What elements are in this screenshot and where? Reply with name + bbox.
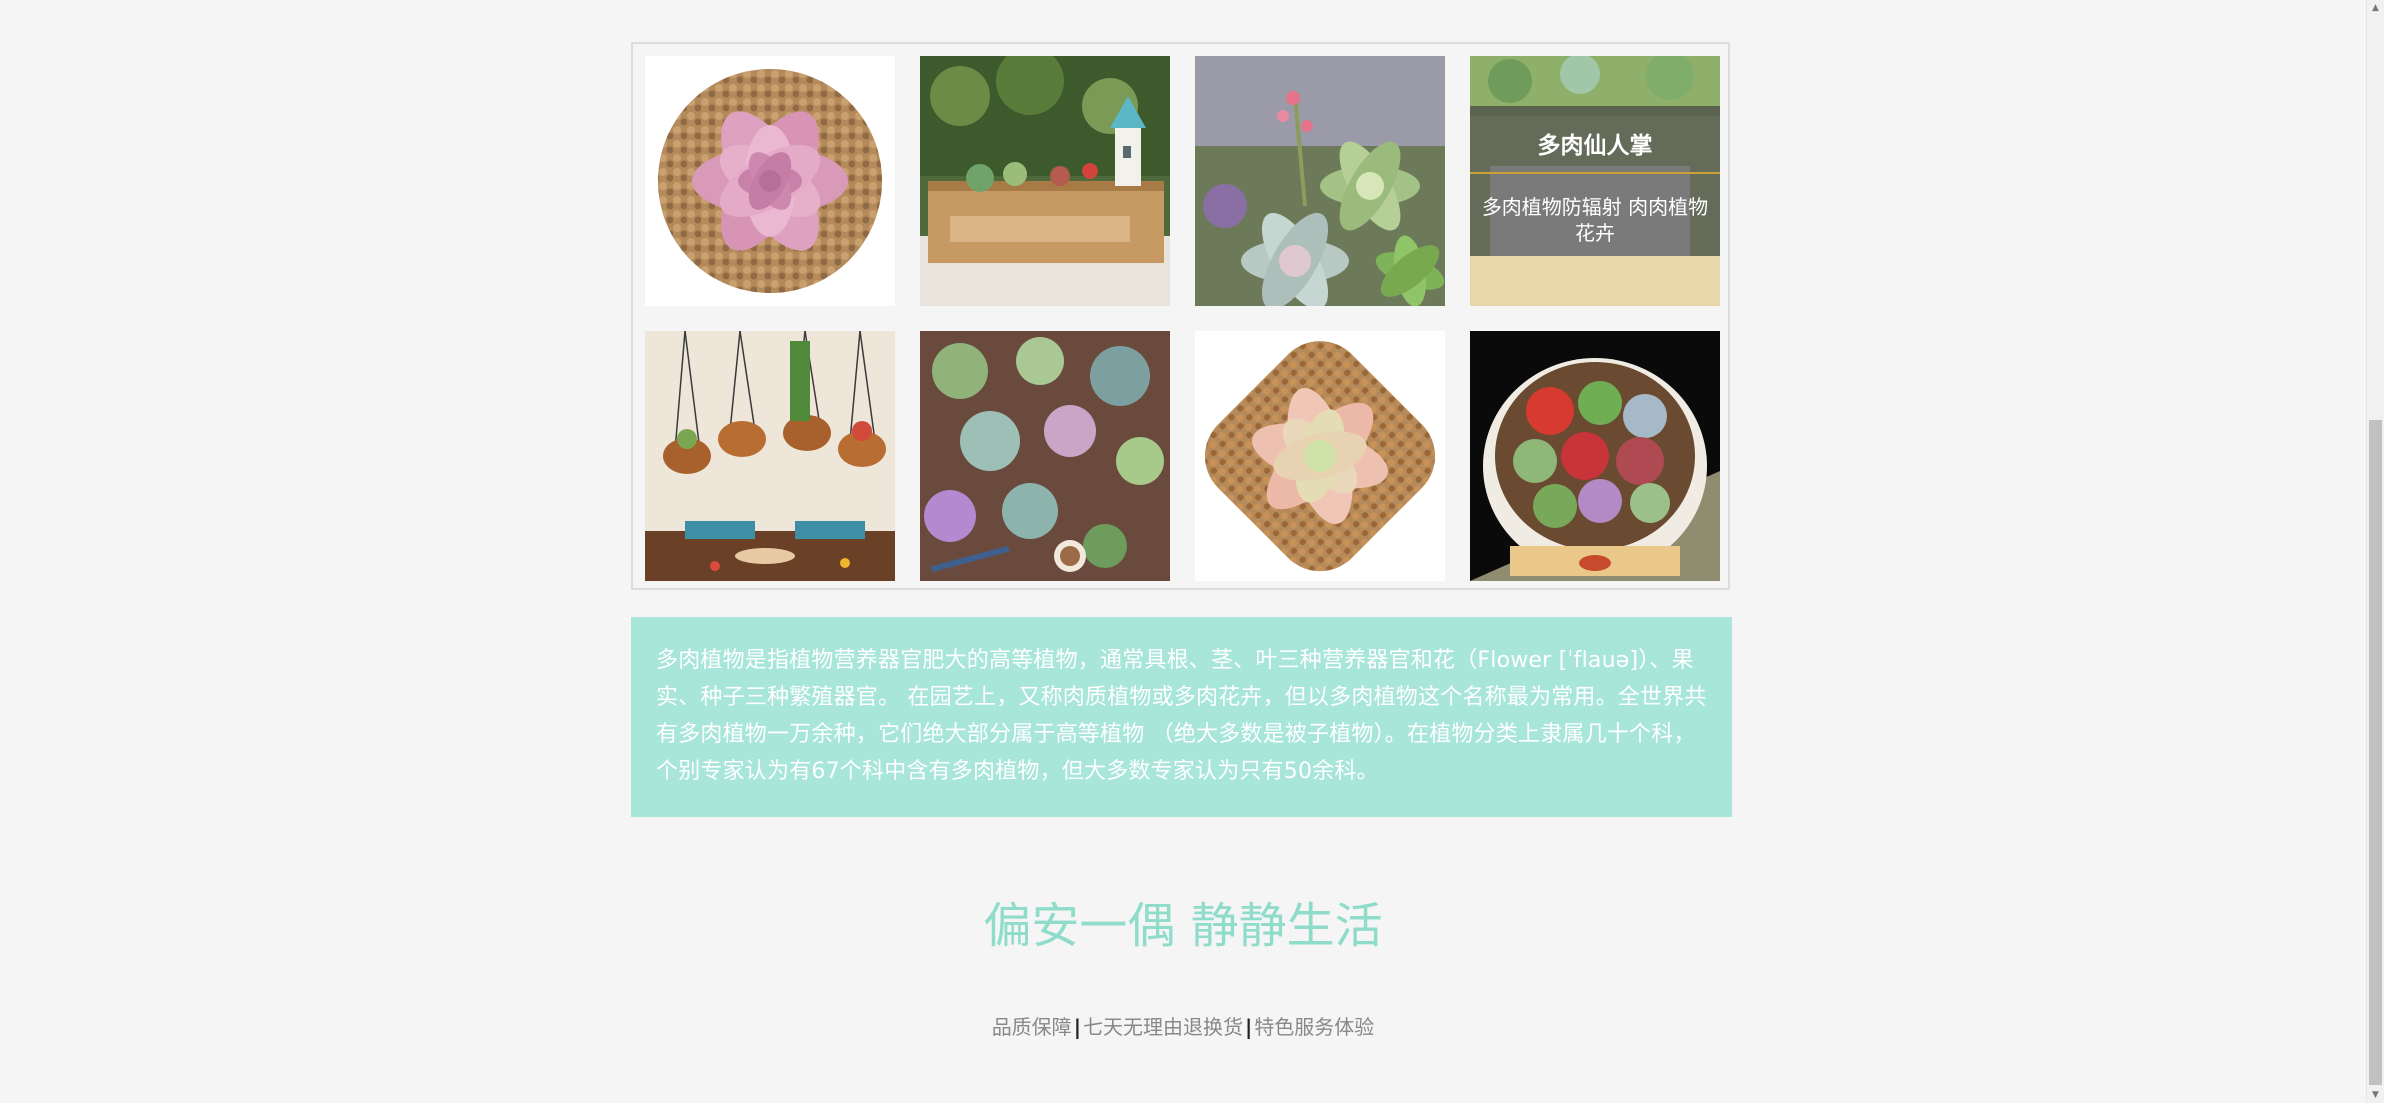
gallery-item-hanging-pots[interactable]: [645, 331, 895, 581]
gallery-item-peach-echeveria[interactable]: [1195, 331, 1445, 581]
gallery-item-assorted-succulents[interactable]: [920, 331, 1170, 581]
round-bowl-succulents-image: [1470, 331, 1720, 581]
scroll-up-arrow-icon[interactable]: ▲: [2367, 0, 2384, 16]
slogan-heading: 偏安一偶 静静生活: [983, 898, 1383, 954]
vertical-scrollbar[interactable]: ▲ ▼: [2366, 0, 2384, 1103]
footer-link-quality[interactable]: 品质保障: [992, 1015, 1072, 1039]
footer-link-returns[interactable]: 七天无理由退换货: [1083, 1015, 1243, 1039]
gallery-item-round-bowl[interactable]: [1470, 331, 1720, 581]
footer-separator: |: [1073, 1015, 1081, 1039]
pink-echeveria-image: [645, 56, 895, 306]
assorted-succulents-image: [920, 331, 1170, 581]
product-gallery: 多肉仙人掌 多肉植物防辐射 肉肉植物花卉: [631, 42, 1730, 590]
footer-links: 品质保障 | 七天无理由退换货 | 特色服务体验: [0, 1012, 2366, 1042]
wooden-crate-garden-image: [920, 56, 1170, 306]
page: 多肉仙人掌 多肉植物防辐射 肉肉植物花卉 多肉植物是指植物营养器官肥大的高等植物…: [0, 0, 2384, 1103]
scroll-down-arrow-icon[interactable]: ▼: [2367, 1087, 2384, 1103]
scrollbar-thumb[interactable]: [2369, 420, 2382, 1085]
peach-echeveria-image: [1195, 331, 1445, 581]
description-text: 多肉植物是指植物营养器官肥大的高等植物，通常具根、茎、叶三种营养器官和花（Flo…: [656, 648, 1707, 784]
gallery-item-wooden-crate-garden[interactable]: [920, 56, 1170, 306]
gallery-item-pink-echeveria[interactable]: [645, 56, 895, 306]
gallery-item-green-pot[interactable]: 多肉仙人掌 多肉植物防辐射 肉肉植物花卉: [1470, 56, 1720, 306]
footer-link-service[interactable]: 特色服务体验: [1254, 1015, 1374, 1039]
gallery-item-flowering-succulents[interactable]: [1195, 56, 1445, 306]
flowering-succulents-image: [1195, 56, 1445, 306]
hanging-pots-image: [645, 331, 895, 581]
footer-separator: |: [1245, 1015, 1253, 1039]
overlay-description: 多肉植物防辐射 肉肉植物花卉: [1481, 195, 1709, 245]
item-hover-overlay[interactable]: 多肉仙人掌 多肉植物防辐射 肉肉植物花卉: [1470, 106, 1720, 256]
overlay-title: 多肉仙人掌: [1537, 133, 1653, 159]
description-box: 多肉植物是指植物营养器官肥大的高等植物，通常具根、茎、叶三种营养器官和花（Flo…: [631, 617, 1732, 817]
